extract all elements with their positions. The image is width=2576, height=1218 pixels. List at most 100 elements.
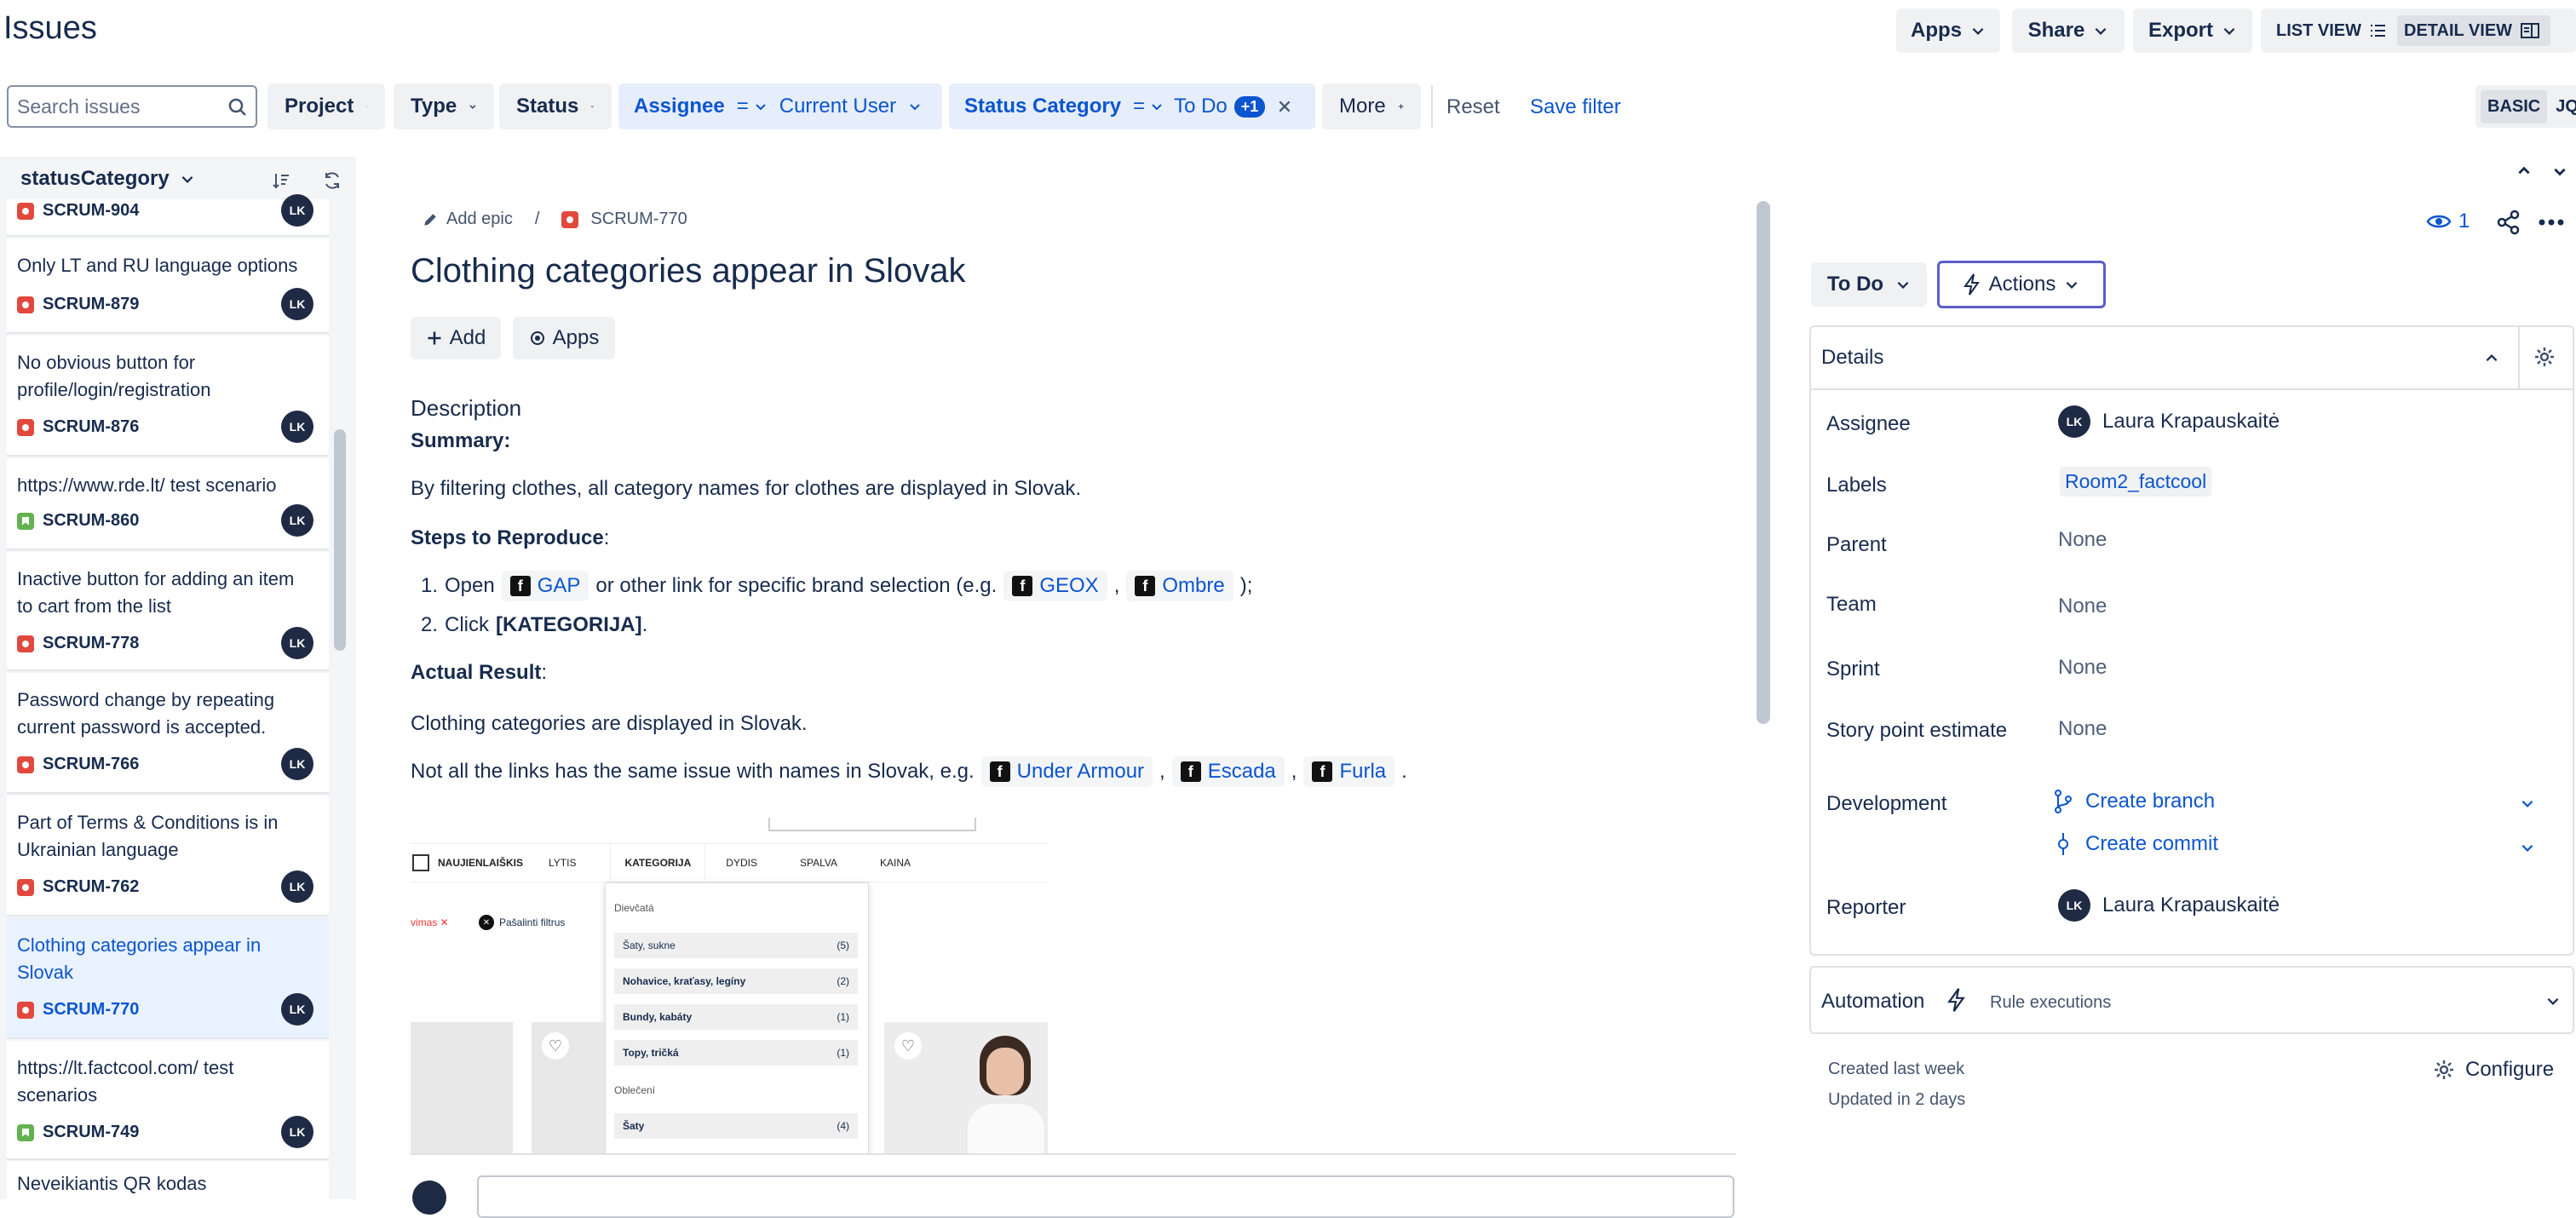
status-dropdown[interactable]: To Do	[1811, 262, 1927, 307]
list-item[interactable]: https://lt.factcool.com/ test scenarios …	[7, 1041, 329, 1160]
gap-link[interactable]: f GAP	[501, 571, 589, 601]
details-header[interactable]	[1811, 327, 2573, 390]
label-tag[interactable]: Room2_factcool	[2060, 467, 2212, 497]
facebook-icon: f	[989, 761, 1010, 782]
more-filters-button[interactable]: More	[1322, 83, 1421, 129]
refresh-icon[interactable]	[322, 170, 342, 191]
list-item-selected[interactable]: Clothing categories appear in Slovak SCR…	[7, 918, 329, 1039]
configure-button[interactable]: Configure	[2433, 1058, 2554, 1082]
chevron-down-icon[interactable]	[2552, 164, 2567, 179]
watch-button[interactable]: 1	[2426, 210, 2470, 233]
list-item[interactable]: https://www.rde.lt/ test scenario SCRUM-…	[7, 458, 329, 550]
automation-panel[interactable]: Automation Rule executions	[1809, 966, 2574, 1034]
story-points-value[interactable]: None	[2058, 717, 2107, 741]
reset-button[interactable]: Reset	[1446, 95, 1500, 119]
group-by-select[interactable]: statusCategory	[20, 167, 195, 191]
dropdown-row: Topy, tričká (1)	[614, 1040, 858, 1066]
sprint-label: Sprint	[1826, 658, 1880, 681]
links-line: Not all the links has the same issue wit…	[411, 756, 1407, 787]
detail-view-button[interactable]: DETAIL VIEW	[2397, 15, 2550, 46]
assignee-filter[interactable]: Assignee = Current User	[618, 83, 942, 129]
list-view-button[interactable]: LIST VIEW	[2268, 15, 2395, 46]
screenshot-navbar: NAUJIENLAIŠKIS LYTIS KATEGORIJA DYDIS SP…	[411, 843, 1048, 882]
under-armour-link[interactable]: f Under Armour	[980, 756, 1153, 787]
reporter-field[interactable]: LK Laura Krapauskaitė	[2058, 889, 2280, 922]
assignee-operator[interactable]: =	[737, 95, 749, 118]
row-label: Šaty, sukne	[623, 939, 676, 951]
list-item[interactable]: Password change by repeating current pas…	[7, 673, 329, 794]
list-item[interactable]: SCRUM-904 LK	[7, 194, 329, 237]
avatar: LK	[2058, 889, 2090, 922]
dropdown-row: Šaty, sukne (5)	[614, 933, 858, 958]
status-category-filter[interactable]: Status Category = To Do +1	[949, 83, 1315, 129]
sort-icon[interactable]	[271, 170, 291, 191]
list-item[interactable]: Part of Terms & Conditions is in Ukraini…	[7, 796, 329, 916]
assignee-value[interactable]: Current User	[779, 95, 896, 118]
sprint-value[interactable]: None	[2058, 656, 2107, 680]
search-input[interactable]: Search issues	[7, 85, 257, 128]
export-button[interactable]: Export	[2133, 9, 2252, 53]
facebook-icon: f	[1312, 761, 1333, 782]
list-item[interactable]: No obvious button for profile/login/regi…	[7, 336, 329, 457]
issue-title[interactable]: Clothing categories appear in Slovak	[411, 252, 966, 290]
page-title: Issues	[3, 10, 97, 46]
status-filter[interactable]: Status	[499, 83, 612, 129]
create-commit-link[interactable]: Create commit	[2053, 831, 2218, 857]
close-icon[interactable]	[1277, 99, 1292, 114]
assignee-field[interactable]: LK Laura Krapauskaitė	[2058, 405, 2280, 438]
save-filter-button[interactable]: Save filter	[1530, 95, 1621, 119]
comment-input[interactable]	[477, 1175, 1734, 1218]
status-category-operator[interactable]: =	[1133, 95, 1145, 118]
parent-label: Parent	[1826, 533, 1887, 556]
jql-mode-button[interactable]: JQ	[2556, 97, 2576, 117]
status-category-value[interactable]: To Do	[1174, 95, 1228, 118]
furla-link[interactable]: f Furla	[1303, 756, 1395, 787]
chevron-down-icon[interactable]	[2520, 796, 2535, 811]
row-count: (1)	[837, 1011, 849, 1023]
avatar: LK	[2058, 405, 2090, 438]
add-epic-link[interactable]: Add epic	[423, 210, 513, 229]
actions-dropdown[interactable]: Actions	[1937, 261, 2106, 308]
story-points-label: Story point estimate	[1826, 719, 2008, 742]
basic-mode-button[interactable]: BASIC	[2481, 89, 2548, 124]
chevron-down-icon	[2547, 997, 2559, 1005]
list-item[interactable]: Inactive button for adding an item to ca…	[7, 552, 329, 671]
list-item[interactable]: Neveikiantis QR kodas	[7, 1162, 329, 1199]
filter-divider	[1431, 85, 1433, 128]
apps-content-button[interactable]: Apps	[513, 317, 615, 359]
content-scrollbar[interactable]	[1757, 201, 1770, 724]
breadcrumb-issue-key[interactable]: SCRUM-770	[590, 210, 687, 229]
facebook-icon: f	[509, 576, 531, 596]
ombre-link[interactable]: f Ombre	[1126, 571, 1233, 601]
chevron-up-icon[interactable]	[2484, 351, 2499, 366]
team-value[interactable]: None	[2058, 595, 2107, 618]
parent-value[interactable]: None	[2058, 528, 2107, 552]
chevron-up-icon[interactable]	[2516, 164, 2532, 179]
issue-title: Part of Terms & Conditions is in Ukraini…	[17, 812, 279, 860]
share-icon[interactable]	[2496, 210, 2521, 235]
attachment-image[interactable]: NAUJIENLAIŠKIS LYTIS KATEGORIJA DYDIS SP…	[411, 818, 1048, 1155]
geox-link[interactable]: f GEOX	[1003, 571, 1107, 601]
automation-label: Automation	[1821, 990, 1925, 1013]
project-filter[interactable]: Project	[267, 83, 385, 129]
link-text: Ombre	[1162, 574, 1225, 597]
gear-icon[interactable]	[2533, 346, 2556, 368]
dropdown-row: Nohavice, kraťasy, legíny (2)	[614, 968, 858, 994]
status-category-label: Status Category	[964, 95, 1122, 118]
create-branch-link[interactable]: Create branch	[2053, 789, 2215, 814]
list-scrollbar[interactable]	[334, 429, 346, 651]
share-button[interactable]: Share	[2012, 9, 2125, 53]
row-label: Topy, tričká	[623, 1047, 679, 1059]
commit-icon	[2058, 833, 2068, 855]
list-item[interactable]: Only LT and RU language options SCRUM-87…	[7, 238, 329, 334]
type-filter[interactable]: Type	[394, 83, 494, 129]
add-button[interactable]: Add	[411, 317, 501, 359]
more-actions-icon[interactable]	[2539, 218, 2564, 227]
escada-link[interactable]: f Escada	[1171, 756, 1285, 787]
chevron-down-icon	[1897, 281, 1909, 289]
development-label: Development	[1826, 792, 1947, 815]
chevron-down-icon[interactable]	[2520, 840, 2535, 855]
status-filter-label: Status	[516, 95, 579, 118]
avatar: LK	[281, 504, 313, 537]
apps-button[interactable]: Apps	[1896, 9, 2000, 53]
